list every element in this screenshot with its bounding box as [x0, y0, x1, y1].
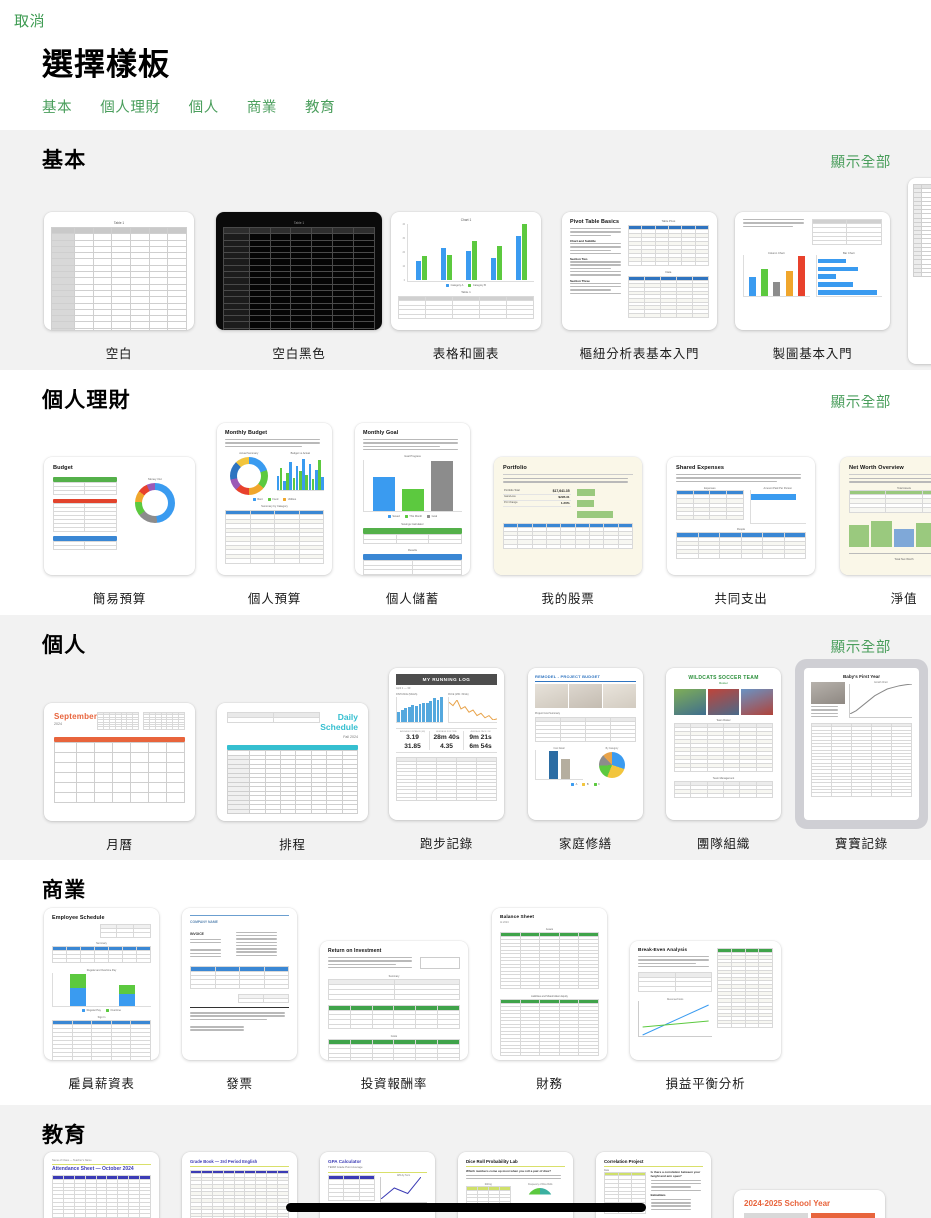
template-label: 投資報酬率	[360, 1077, 428, 1091]
template-card-basic-3[interactable]: Pivot Table Basics Chart and Subtitle Sect…	[562, 212, 717, 362]
template-card-basic-5[interactable]	[908, 178, 931, 364]
template-chooser-screen: 取消 選擇樣板 基本 個人理財 個人 商業 教育 基本 顯示全部 個人理財 顯示全部個…	[0, 0, 931, 1218]
template-thumbnail-pivot[interactable]: Pivot Table Basics Chart and Subtitle Sect…	[562, 212, 717, 330]
template-label: 空白黑色	[272, 347, 326, 361]
template-thumbnail-attendance[interactable]: Name of Class — Teacher's Name Attendance…	[44, 1152, 159, 1218]
template-thumbnail-portfolio[interactable]: Portfolio Portfolio Total $17,641.35 Gain/L…	[494, 457, 642, 575]
tab-basic[interactable]: 基本	[42, 96, 72, 117]
template-card-education-5[interactable]: 2024-2025 School Year	[734, 1190, 885, 1218]
template-card-personal-finance-5[interactable]: Net Worth Overview Total Assets Total Net …	[840, 457, 931, 607]
template-label: 損益平衡分析	[665, 1077, 746, 1091]
template-card-basic-4[interactable]: Column Chart Bar Chart 製圖基本入門	[735, 212, 890, 362]
show-all-button-basic[interactable]: 顯示全部	[831, 151, 891, 172]
section-header-personal: 個人 顯示全部	[0, 615, 931, 659]
template-label: 團隊組織	[696, 837, 751, 851]
template-thumbnail-running[interactable]: MY RUNNING LOG April 1 — 30 DISTANCE (MILE…	[389, 668, 504, 820]
tab-personal[interactable]: 個人	[189, 96, 219, 117]
template-label: 簡易預算	[92, 592, 147, 606]
template-label: 空白	[105, 347, 133, 361]
template-label: 表格和圖表	[432, 347, 500, 361]
template-card-personal-4[interactable]: WILDCATS SOCCER TEAM Roster Team Roster Tea…	[666, 668, 781, 852]
section-header-basic: 基本 顯示全部	[0, 130, 931, 174]
template-card-personal-0[interactable]: September 2024 月曆	[44, 703, 195, 853]
show-all-button-personal[interactable]: 顯示全部	[831, 636, 891, 657]
template-thumbnail-shared-expenses[interactable]: Shared Expenses Expenses Amount Paid Per P…	[667, 457, 815, 575]
template-label: 樞紐分析表基本入門	[579, 347, 700, 361]
template-label: 製圖基本入門	[772, 347, 853, 361]
template-card-personal-finance-4[interactable]: Shared Expenses Expenses Amount Paid Per P…	[667, 457, 815, 607]
page-title: 選擇樣板	[42, 47, 170, 82]
template-label: 個人儲蓄	[385, 592, 440, 606]
cancel-button[interactable]: 取消	[14, 10, 45, 31]
template-card-personal-finance-0[interactable]: Budget Money Out 簡易預算	[44, 457, 195, 607]
template-card-personal-finance-1[interactable]: Monthly Budget Actual Summary Budget vs Ac…	[217, 423, 332, 607]
template-thumbnail-schoolyear[interactable]: 2024-2025 School Year	[734, 1190, 885, 1218]
template-label: 跑步記錄	[419, 837, 474, 851]
template-card-personal-1[interactable]: Daily Schedule Fall 2024 排程	[217, 703, 368, 853]
top-bar: 取消	[0, 0, 931, 40]
template-card-business-4[interactable]: Break-Even Analysis Revenue/Costs 損益平衡分析	[630, 941, 781, 1092]
template-label: 排程	[279, 838, 306, 852]
template-thumbnail-breakeven[interactable]: Break-Even Analysis Revenue/Costs	[630, 941, 781, 1060]
template-label: 我的股票	[541, 592, 595, 606]
template-thumbnail-remodel[interactable]: REMODEL - PROJECT BUDGET Project Cost Sum…	[528, 668, 643, 820]
template-card-personal-3[interactable]: REMODEL - PROJECT BUDGET Project Cost Sum…	[528, 668, 643, 852]
template-label: 月曆	[106, 838, 133, 852]
template-thumbnail-baby[interactable]: Baby's First Year Growth Chart	[804, 668, 919, 820]
tab-business[interactable]: 商業	[247, 96, 277, 117]
home-indicator	[285, 1203, 646, 1212]
template-card-business-1[interactable]: COMPANY NAME INVOICE 發票	[182, 908, 297, 1092]
section-title-education: 教育	[42, 1124, 87, 1147]
template-thumbnail-charting[interactable]: Column Chart Bar Chart	[735, 212, 890, 330]
section-title-personal-finance: 個人理財	[42, 389, 131, 412]
template-thumbnail-monthly-budget[interactable]: Monthly Budget Actual Summary Budget vs Ac…	[217, 423, 332, 575]
template-thumbnail-balance[interactable]: Balance Sheet At 2024 Assets Liabilities an…	[492, 908, 607, 1060]
template-card-education-0[interactable]: Name of Class — Teacher's Name Attendance…	[44, 1152, 159, 1218]
template-label: 雇員薪資表	[68, 1077, 135, 1091]
template-thumbnail-roi[interactable]: Return on InvestmentSummaryCostsNet Valu…	[320, 941, 468, 1060]
template-card-personal-finance-2[interactable]: Monthly Goal Goal Progress Saved This Month…	[355, 423, 470, 607]
header: 選擇樣板 基本 個人理財 個人 商業 教育	[0, 40, 931, 117]
template-label: 家庭修繕	[558, 837, 613, 851]
template-thumbnail-peek[interactable]	[908, 178, 931, 364]
section-title-basic: 基本	[42, 149, 87, 172]
template-card-personal-5[interactable]: Baby's First Year Growth Chart 寶寶記錄	[804, 668, 919, 852]
template-card-personal-finance-3[interactable]: Portfolio Portfolio Total $17,641.35 Gain/L…	[494, 457, 642, 607]
template-thumbnail-employee[interactable]: Employee Schedule Summary Regular and Over…	[44, 908, 159, 1060]
template-thumbnail-calendar[interactable]: September 2024	[44, 703, 195, 821]
template-card-basic-2[interactable]: Chart 1 40 30 20 10 0 Category A Category B Tabl…	[391, 212, 541, 362]
template-thumbnail-net-worth[interactable]: Net Worth Overview Total Assets Total Net …	[840, 457, 931, 575]
section-header-business: 商業	[0, 860, 931, 904]
template-thumbnail-monthly-goal[interactable]: Monthly Goal Goal Progress Saved This Month…	[355, 423, 470, 575]
template-label: 寶寶記錄	[834, 837, 889, 851]
tab-personal-finance[interactable]: 個人理財	[100, 96, 160, 117]
show-all-button-personal-finance[interactable]: 顯示全部	[831, 391, 891, 412]
template-thumbnail-simple-budget[interactable]: Budget Money Out	[44, 457, 195, 575]
template-label: 淨值	[890, 592, 918, 606]
template-card-business-2[interactable]: Return on InvestmentSummaryCostsNet Valu…	[320, 941, 468, 1092]
template-card-business-0[interactable]: Employee Schedule Summary Regular and Over…	[44, 908, 159, 1092]
template-thumbnail-gradebook[interactable]: Grade Book — 3rd Period English	[182, 1152, 297, 1218]
template-card-education-1[interactable]: Grade Book — 3rd Period English	[182, 1152, 297, 1218]
template-card-personal-2[interactable]: MY RUNNING LOG April 1 — 30 DISTANCE (MILE…	[389, 668, 504, 852]
template-thumbnail-team[interactable]: WILDCATS SOCCER TEAM Roster Team Roster Tea…	[666, 668, 781, 820]
template-thumbnail-schedule[interactable]: Daily Schedule Fall 2024	[217, 703, 368, 821]
section-header-personal-finance: 個人理財 顯示全部	[0, 370, 931, 414]
section-title-personal: 個人	[42, 634, 87, 657]
section-header-education: 教育	[0, 1105, 931, 1149]
category-tabs: 基本 個人理財 個人 商業 教育	[42, 96, 931, 117]
template-card-basic-0[interactable]: Table 1 空白	[44, 212, 194, 362]
template-label: 財務	[536, 1077, 563, 1091]
template-card-basic-1[interactable]: Table 1 空白黑色	[216, 212, 382, 362]
template-label: 發票	[226, 1077, 253, 1091]
tab-education[interactable]: 教育	[305, 96, 335, 117]
template-label: 個人預算	[247, 592, 302, 606]
template-thumbnail-blank-light[interactable]: Table 1	[44, 212, 194, 330]
template-thumbnail-chart-table[interactable]: Chart 1 40 30 20 10 0 Category A Category B Tabl…	[391, 212, 541, 330]
template-thumbnail-blank-dark[interactable]: Table 1	[216, 212, 382, 330]
template-card-business-3[interactable]: Balance Sheet At 2024 Assets Liabilities an…	[492, 908, 607, 1092]
template-label: 共同支出	[714, 592, 768, 606]
section-title-business: 商業	[42, 879, 87, 902]
template-thumbnail-invoice[interactable]: COMPANY NAME INVOICE	[182, 908, 297, 1060]
